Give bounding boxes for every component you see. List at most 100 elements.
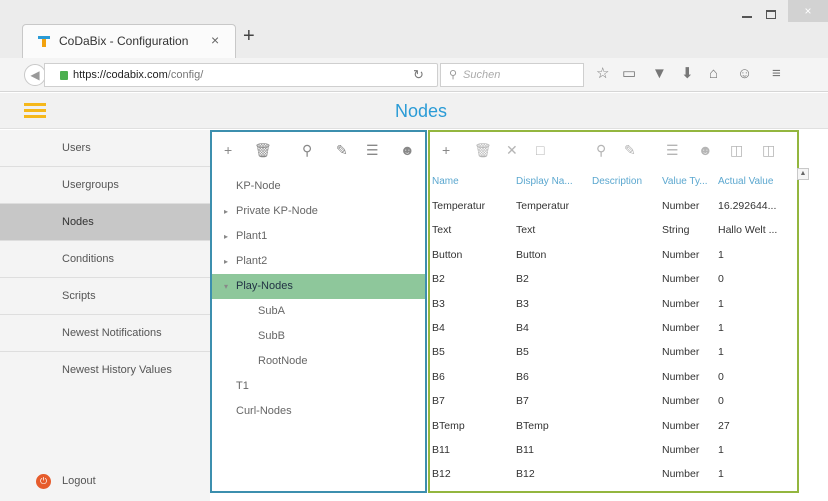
cell-actual-value: 1 xyxy=(718,248,724,261)
home-icon[interactable]: ⌂ xyxy=(709,66,718,82)
page-title: Nodes xyxy=(395,101,448,121)
table-row[interactable]: Text Text String Hallo Welt ... xyxy=(430,218,797,242)
tab-close-icon[interactable]: × xyxy=(211,32,219,48)
new-tab-button[interactable]: + xyxy=(243,25,255,48)
pocket-icon[interactable]: ▼ xyxy=(652,66,667,82)
tree-item[interactable]: T1 xyxy=(212,374,425,399)
table-row[interactable]: B6 B6 Number 0 xyxy=(430,365,797,389)
paste-icon[interactable]: ◫ xyxy=(762,142,775,159)
clipboard-icon[interactable]: ▭ xyxy=(622,66,636,82)
cell-name: B5 xyxy=(432,346,445,359)
delete-icon[interactable]: 🗑 xyxy=(254,142,272,159)
table-row[interactable]: Button Button Number 1 xyxy=(430,243,797,267)
download-icon[interactable]: ⬇ xyxy=(681,66,694,82)
tree-item[interactable]: RootNode xyxy=(212,349,425,374)
table-row[interactable]: B7 B7 Number 0 xyxy=(430,389,797,413)
menu-icon[interactable]: ≡ xyxy=(772,66,781,82)
hamburger-menu-icon[interactable] xyxy=(24,103,46,119)
column-header-value-type[interactable]: Value Ty... xyxy=(662,176,714,187)
tree-item[interactable]: ▸ Plant2 xyxy=(212,249,425,274)
cell-value-type: Number xyxy=(662,322,700,334)
table-row[interactable]: B2 B2 Number 0 xyxy=(430,267,797,291)
bookmark-star-icon[interactable]: ☆ xyxy=(596,66,609,82)
cell-actual-value: 1 xyxy=(718,444,724,456)
sidebar-item-usergroups[interactable]: Usergroups xyxy=(0,167,210,204)
sidebar-item-conditions[interactable]: Conditions xyxy=(0,241,210,278)
cell-name: Button xyxy=(432,248,463,261)
cell-value-type: Number xyxy=(662,419,700,432)
tree-item-label: RootNode xyxy=(258,355,308,367)
table-row[interactable]: B12 B12 Number 1 xyxy=(430,462,797,486)
chevron-down-icon[interactable]: ▾ xyxy=(224,274,228,299)
tree-item[interactable]: SubB xyxy=(212,324,425,349)
tree-item[interactable]: ▾ Play-Nodes xyxy=(212,274,425,299)
node-tree-panel: + 🗑 ⚲ ✎ ☰ ☻ KP-Node ▸ Private KP-Node ▸ Plan… xyxy=(210,130,427,493)
sidebar-item-newest-notifications[interactable]: Newest Notifications xyxy=(0,315,210,352)
cell-value-type: String xyxy=(662,224,690,237)
tree-item-label: Play-Nodes xyxy=(236,280,293,292)
save-icon[interactable]: □ xyxy=(536,142,544,158)
users-icon[interactable]: ☻ xyxy=(400,142,415,158)
table-row[interactable]: B5 B5 Number 1 xyxy=(430,340,797,364)
cell-display-name: B12 xyxy=(516,468,535,481)
delete-icon[interactable]: 🗑 xyxy=(474,142,492,159)
cell-value-type: Number xyxy=(662,346,700,359)
cell-display-name: BTemp xyxy=(516,419,549,432)
column-header-actual-value[interactable]: Actual Value xyxy=(718,176,788,187)
table-row[interactable]: BTemp BTemp Number 27 xyxy=(430,414,797,438)
url-bar[interactable]: https://codabix.com/config/ ↻ xyxy=(44,63,438,87)
lock-icon xyxy=(60,71,68,80)
sidebar-item-users[interactable]: Users xyxy=(0,130,210,167)
search-icon[interactable]: ⚲ xyxy=(596,142,606,159)
sidebar-item-nodes[interactable]: Nodes xyxy=(0,204,210,241)
column-header-name[interactable]: Name xyxy=(432,176,512,187)
minimize-icon[interactable] xyxy=(742,16,752,18)
reload-icon[interactable]: ↻ xyxy=(413,67,424,83)
table-row[interactable]: B11 B11 Number 1 xyxy=(430,438,797,462)
tree-filter-icon[interactable]: ☰ xyxy=(666,142,679,159)
table-row[interactable]: Temperatur Temperatur Number 16.292644... xyxy=(430,194,797,218)
cell-name: B6 xyxy=(432,370,445,383)
chevron-right-icon[interactable]: ▸ xyxy=(224,199,228,224)
maximize-icon[interactable] xyxy=(766,10,776,19)
edit-icon[interactable]: ✎ xyxy=(624,142,636,159)
node-grid-panel: + 🗑 ✕ □ ⚲ ✎ ☰ ☻ ◫ ◫ Name Display Na... D… xyxy=(428,130,799,493)
add-icon[interactable]: + xyxy=(442,142,450,158)
chat-icon[interactable]: ☺ xyxy=(737,66,752,82)
tree-item-label: T1 xyxy=(236,380,249,392)
tree-item[interactable]: SubA xyxy=(212,299,425,324)
users-icon[interactable]: ☻ xyxy=(698,142,713,158)
cancel-icon[interactable]: ✕ xyxy=(506,142,518,159)
cell-actual-value: 0 xyxy=(718,370,724,383)
tree-item[interactable]: KP-Node xyxy=(212,174,425,199)
chevron-right-icon[interactable]: ▸ xyxy=(224,249,228,274)
window-close-icon[interactable]: × xyxy=(788,0,828,22)
back-arrow-icon[interactable]: ◀ xyxy=(24,64,46,86)
tree-item[interactable]: ▸ Private KP-Node xyxy=(212,199,425,224)
tree-item[interactable]: Curl-Nodes xyxy=(212,399,425,424)
sidebar-item-scripts[interactable]: Scripts xyxy=(0,278,210,315)
tree-filter-icon[interactable]: ☰ xyxy=(366,142,379,159)
table-row[interactable]: B3 B3 Number 1 xyxy=(430,292,797,316)
column-header-description[interactable]: Description xyxy=(592,176,658,187)
column-header-display-name[interactable]: Display Na... xyxy=(516,176,588,187)
copy-icon[interactable]: ◫ xyxy=(730,142,743,159)
browser-navbar: ◀ https://codabix.com/config/ ↻ ⚲ Suchen… xyxy=(0,58,828,92)
cell-name: B12 xyxy=(432,468,451,481)
cell-value-type: Number xyxy=(662,395,700,408)
chevron-right-icon[interactable]: ▸ xyxy=(224,224,228,249)
browser-tab[interactable]: CoDaBix - Configuration × xyxy=(22,24,236,58)
cell-value-type: Number xyxy=(662,370,700,383)
logout-button[interactable]: ⏻ Logout xyxy=(0,463,210,501)
sidebar: Users Usergroups Nodes Conditions Script… xyxy=(0,130,210,501)
add-icon[interactable]: + xyxy=(224,142,232,158)
cell-display-name: B3 xyxy=(516,297,529,310)
sidebar-item-newest-history-values[interactable]: Newest History Values xyxy=(0,352,210,389)
scroll-up-arrow-icon[interactable]: ▲ xyxy=(797,168,809,180)
search-bar[interactable]: ⚲ Suchen xyxy=(440,63,584,87)
tree-item[interactable]: ▸ Plant1 xyxy=(212,224,425,249)
tree-item-label: Private KP-Node xyxy=(236,205,318,217)
search-icon[interactable]: ⚲ xyxy=(302,142,312,159)
edit-icon[interactable]: ✎ xyxy=(336,142,348,159)
table-row[interactable]: B4 B4 Number 1 xyxy=(430,316,797,340)
